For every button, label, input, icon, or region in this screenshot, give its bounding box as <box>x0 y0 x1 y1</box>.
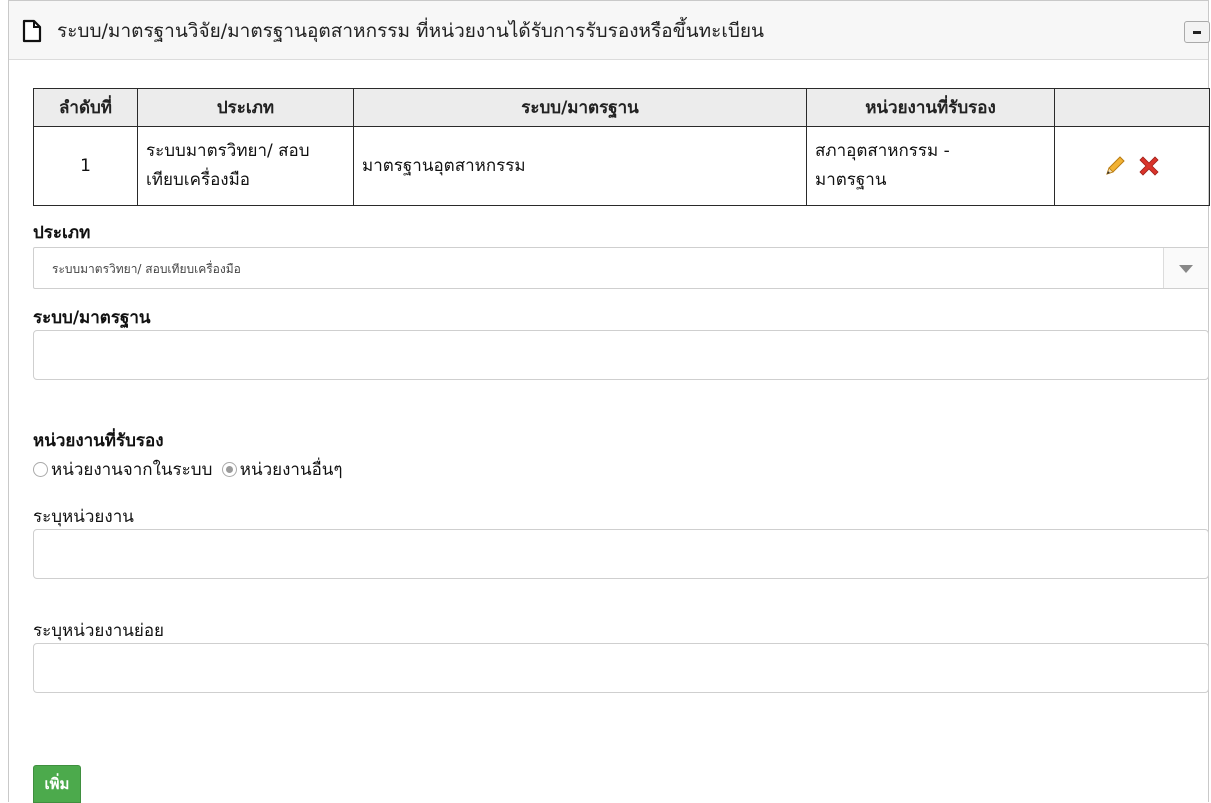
pencil-icon[interactable] <box>1103 154 1127 178</box>
cell-type: ระบบมาตรวิทยา/ สอบ เทียบเครื่องมือ <box>137 126 354 206</box>
standards-table: ลำดับที่ ประเภท ระบบ/มาตรฐาน หน่วยงานที่… <box>33 88 1210 206</box>
cell-type-line2: เทียบเครื่องมือ <box>146 170 251 190</box>
radio-internal-org[interactable] <box>33 462 48 477</box>
type-label: ประเภท <box>33 223 91 243</box>
collapse-button[interactable] <box>1184 21 1210 43</box>
minus-icon <box>1193 31 1201 34</box>
certifier-radio-group: หน่วยงานจากในระบบ หน่วยงานอื่นๆ <box>33 456 347 483</box>
org-input[interactable] <box>33 529 1209 579</box>
cell-actions <box>1054 126 1210 206</box>
document-icon <box>22 19 42 43</box>
column-header-no: ลำดับที่ <box>33 88 138 127</box>
cell-certifier-line1: สภาอุตสาหกรรม - <box>815 141 950 161</box>
column-header-actions <box>1054 88 1210 127</box>
standard-input[interactable] <box>33 330 1209 380</box>
radio-other-org[interactable] <box>221 462 237 477</box>
panel-title: ระบบ/มาตรฐานวิจัย/มาตรฐานอุตสาหกรรม ที่ห… <box>57 20 765 42</box>
table-header-row: ลำดับที่ ประเภท ระบบ/มาตรฐาน หน่วยงานที่… <box>33 88 1210 127</box>
suborg-input[interactable] <box>33 643 1209 693</box>
type-select-value: ระบบมาตรวิทยา/ สอบเทียบเครื่องมือ <box>52 262 241 276</box>
column-header-type: ประเภท <box>137 88 354 127</box>
cell-certifier-line2: มาตรฐาน <box>815 170 887 190</box>
cell-standard: มาตรฐานอุตสาหกรรม <box>353 126 807 206</box>
org-label: ระบุหน่วยงาน <box>33 507 134 527</box>
radio-other-org-label[interactable]: หน่วยงานอื่นๆ <box>240 460 343 480</box>
table-row: 1 ระบบมาตรวิทยา/ สอบ เทียบเครื่องมือ มาต… <box>33 126 1210 206</box>
certifier-label: หน่วยงานที่รับรอง <box>33 431 164 451</box>
type-select[interactable]: ระบบมาตรวิทยา/ สอบเทียบเครื่องมือ <box>33 247 1209 289</box>
chevron-down-icon[interactable] <box>1163 248 1208 288</box>
radio-internal-org-label[interactable]: หน่วยงานจากในระบบ <box>51 460 212 480</box>
suborg-label: ระบุหน่วยงานย่อย <box>33 621 164 641</box>
standard-label: ระบบ/มาตรฐาน <box>33 308 151 328</box>
panel-header: ระบบ/มาตรฐานวิจัย/มาตรฐานอุตสาหกรรม ที่ห… <box>9 1 1210 60</box>
column-header-certifier: หน่วยงานที่รับรอง <box>806 88 1055 127</box>
add-button[interactable]: เพิ่ม <box>33 765 81 803</box>
cell-type-line1: ระบบมาตรวิทยา/ สอบ <box>146 141 310 161</box>
delete-x-icon[interactable] <box>1137 154 1161 178</box>
column-header-standard: ระบบ/มาตรฐาน <box>353 88 807 127</box>
cell-certifier: สภาอุตสาหกรรม - มาตรฐาน <box>806 126 1055 206</box>
standards-panel: ระบบ/มาตรฐานวิจัย/มาตรฐานอุตสาหกรรม ที่ห… <box>8 0 1210 803</box>
cell-no: 1 <box>33 126 138 206</box>
